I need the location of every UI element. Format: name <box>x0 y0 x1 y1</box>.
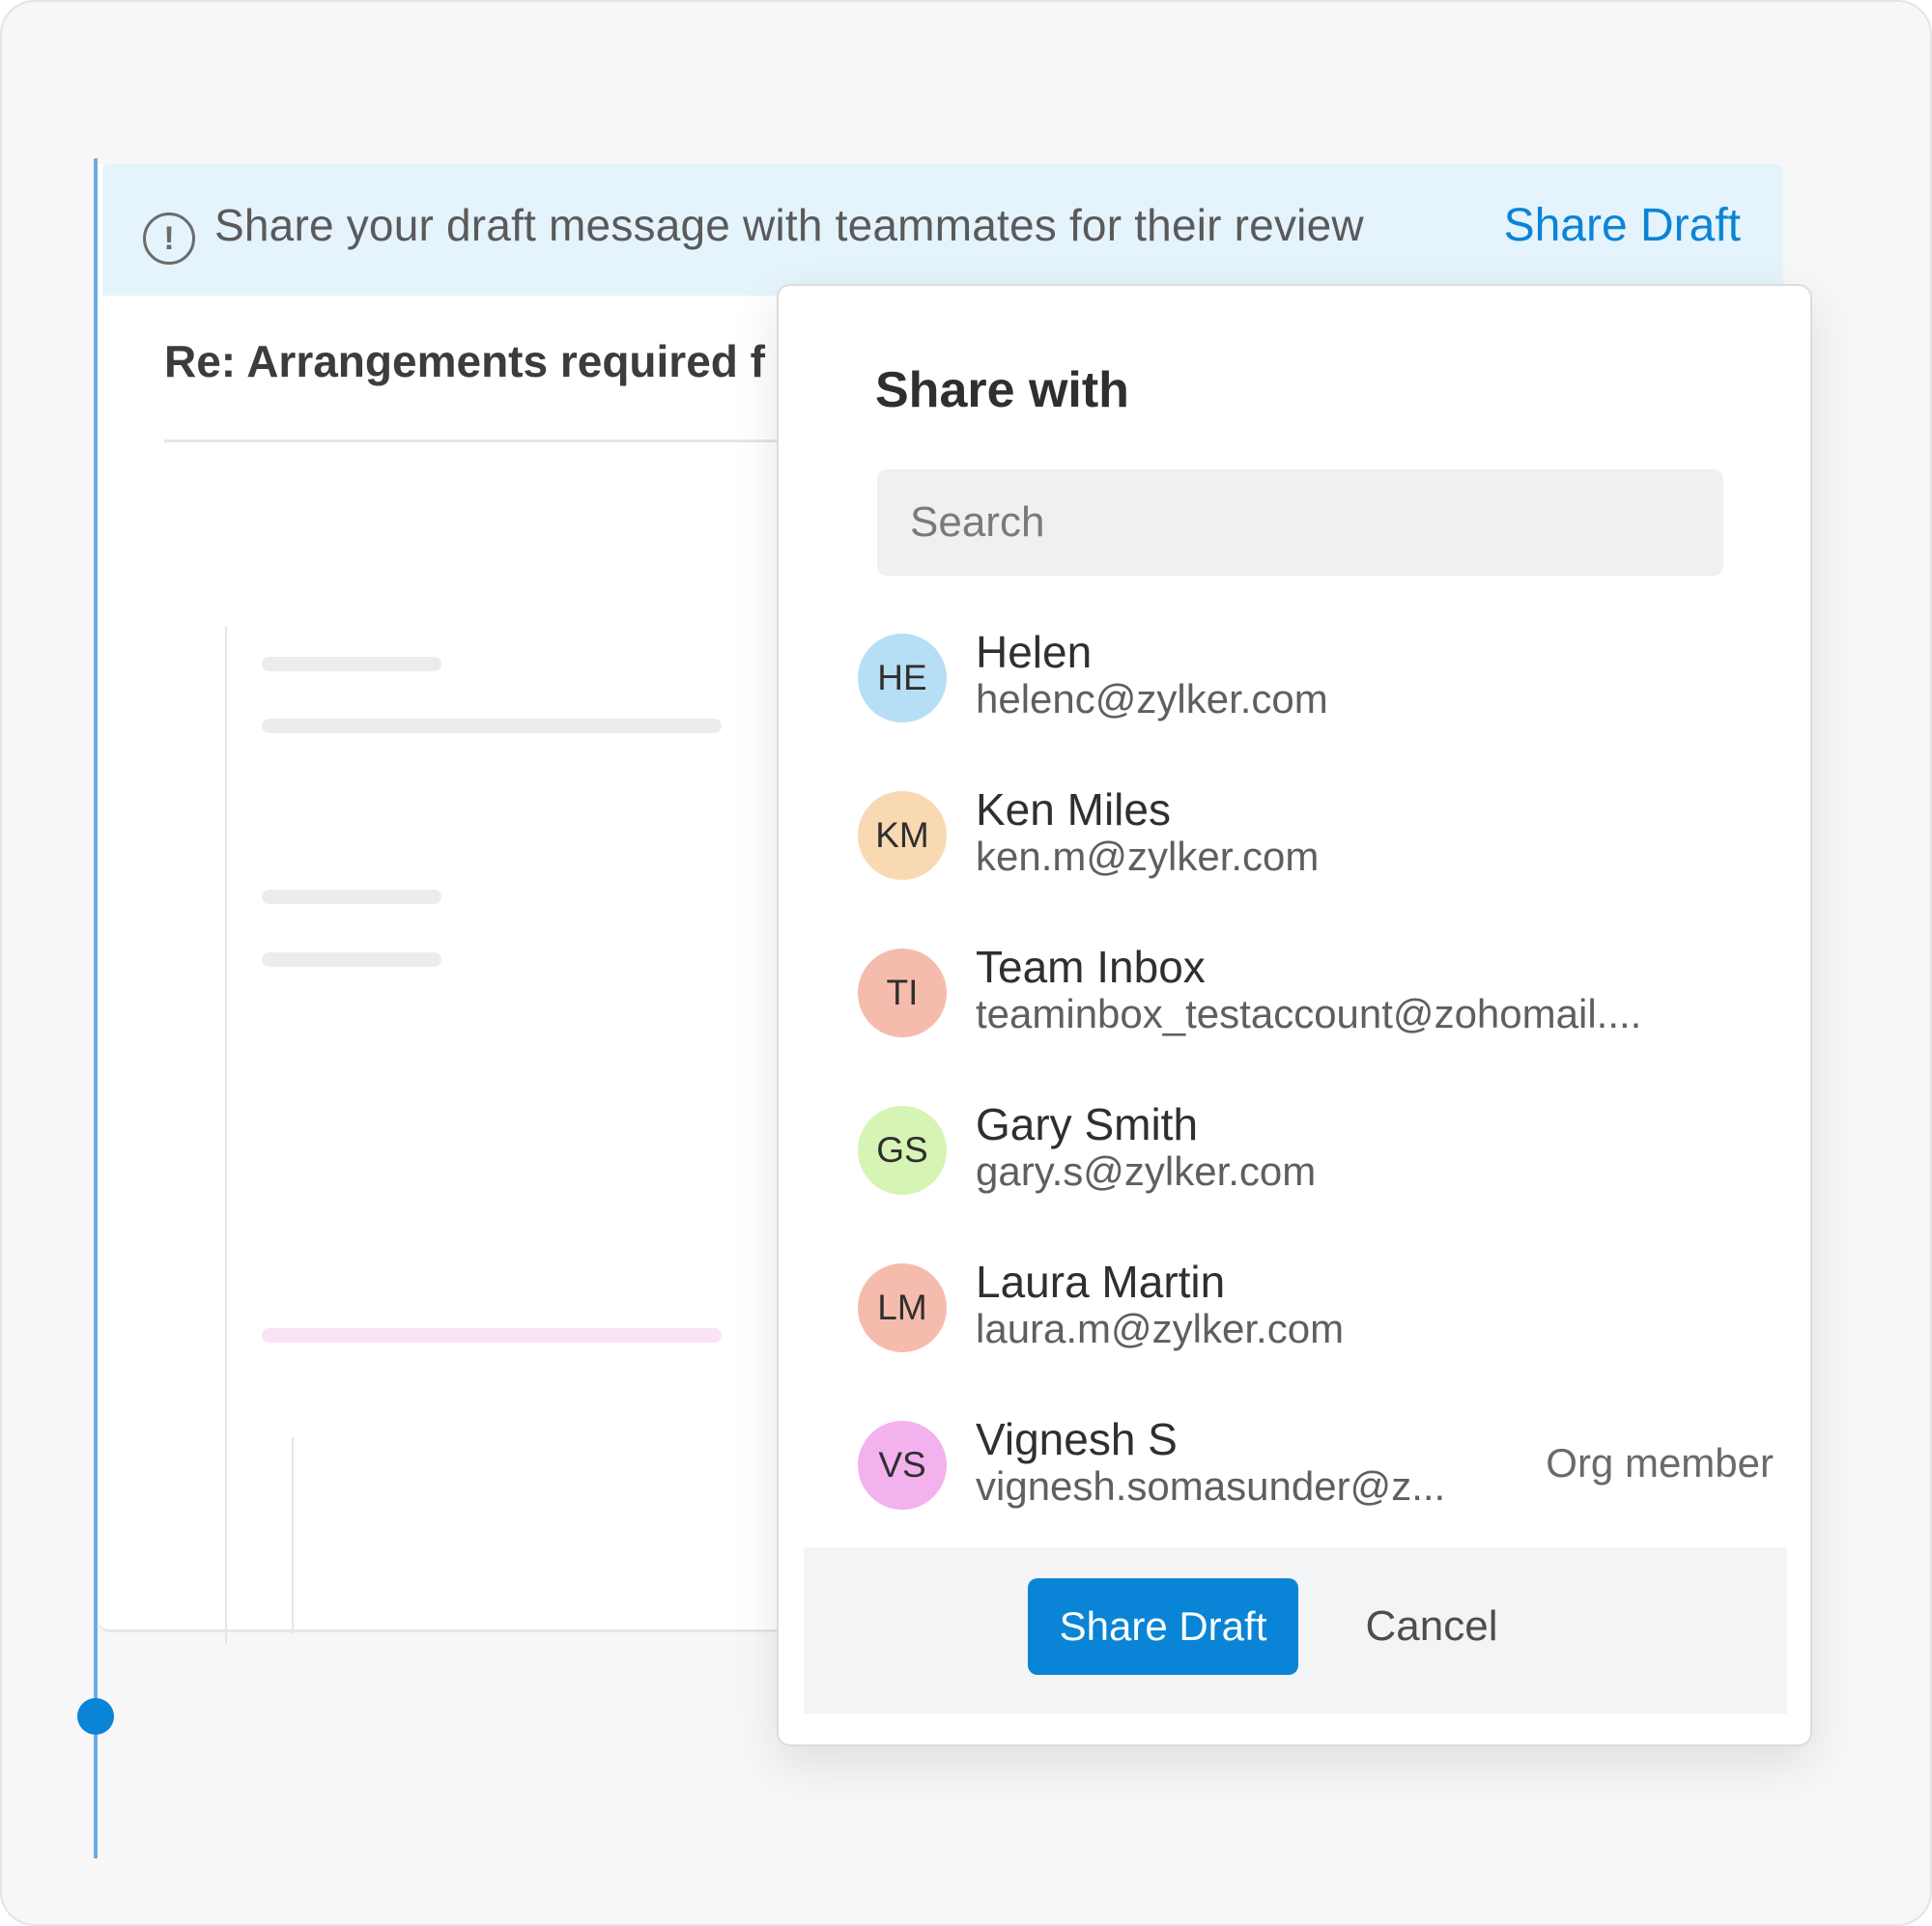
avatar: GS <box>858 1106 947 1195</box>
contact-name: Ken Miles <box>976 784 1171 835</box>
contact-email: helenc@zylker.com <box>976 676 1328 722</box>
quote-line-inner <box>292 1437 294 1634</box>
contact-name: Gary Smith <box>976 1099 1199 1149</box>
app-frame: ! Share your draft message with teammate… <box>0 0 1932 1926</box>
placeholder-line <box>262 719 722 733</box>
contact-name: Vignesh S <box>976 1414 1178 1464</box>
placeholder-line <box>262 657 441 671</box>
contact-email: laura.m@zylker.com <box>976 1306 1345 1351</box>
timeline-line <box>94 158 98 1858</box>
avatar: LM <box>858 1263 947 1352</box>
share-draft-button[interactable]: Share Draft <box>1028 1578 1298 1675</box>
contact-name: Helen <box>976 627 1093 677</box>
subject-divider <box>164 439 821 442</box>
search-input[interactable] <box>877 469 1723 576</box>
contact-item-gary-smith[interactable]: GS Gary Smith gary.s@zylker.com <box>858 1099 1785 1263</box>
mail-subject: Re: Arrangements required f <box>164 336 765 386</box>
contact-item-laura-martin[interactable]: LM Laura Martin laura.m@zylker.com <box>858 1257 1785 1421</box>
cancel-button[interactable]: Cancel <box>1345 1578 1519 1675</box>
avatar: HE <box>858 634 947 722</box>
contact-item-ken-miles[interactable]: KM Ken Miles ken.m@zylker.com <box>858 784 1785 949</box>
contact-email: ken.m@zylker.com <box>976 834 1320 879</box>
share-draft-banner: ! Share your draft message with teammate… <box>102 164 1783 296</box>
placeholder-line <box>262 952 441 967</box>
share-draft-link[interactable]: Share Draft <box>1504 199 1741 252</box>
contact-item-team-inbox[interactable]: TI Team Inbox teaminbox_testaccount@zoho… <box>858 942 1785 1106</box>
avatar: VS <box>858 1421 947 1510</box>
placeholder-line <box>262 890 441 904</box>
contact-email: vignesh.somasunder@z... <box>976 1463 1446 1509</box>
contact-name: Team Inbox <box>976 942 1206 992</box>
timeline-dot <box>77 1698 114 1735</box>
banner-message: Share your draft message with teammates … <box>214 200 1364 250</box>
popup-footer: Share Draft Cancel <box>804 1547 1787 1714</box>
contact-item-helen[interactable]: HE Helen helenc@zylker.com <box>858 627 1785 791</box>
quote-line <box>225 626 227 1644</box>
info-icon: ! <box>143 212 195 265</box>
avatar: TI <box>858 949 947 1037</box>
share-with-popup: Share with HE Helen helenc@zylker.com KM… <box>777 284 1812 1746</box>
popup-title: Share with <box>875 362 1129 418</box>
contact-list: HE Helen helenc@zylker.com KM Ken Miles … <box>858 627 1785 1578</box>
contact-email: teaminbox_testaccount@zohomail.... <box>976 991 1642 1036</box>
contact-email: gary.s@zylker.com <box>976 1148 1317 1194</box>
placeholder-line-highlight <box>262 1328 722 1343</box>
org-member-badge: Org member <box>1546 1440 1774 1486</box>
contact-name: Laura Martin <box>976 1257 1226 1307</box>
avatar: KM <box>858 791 947 880</box>
